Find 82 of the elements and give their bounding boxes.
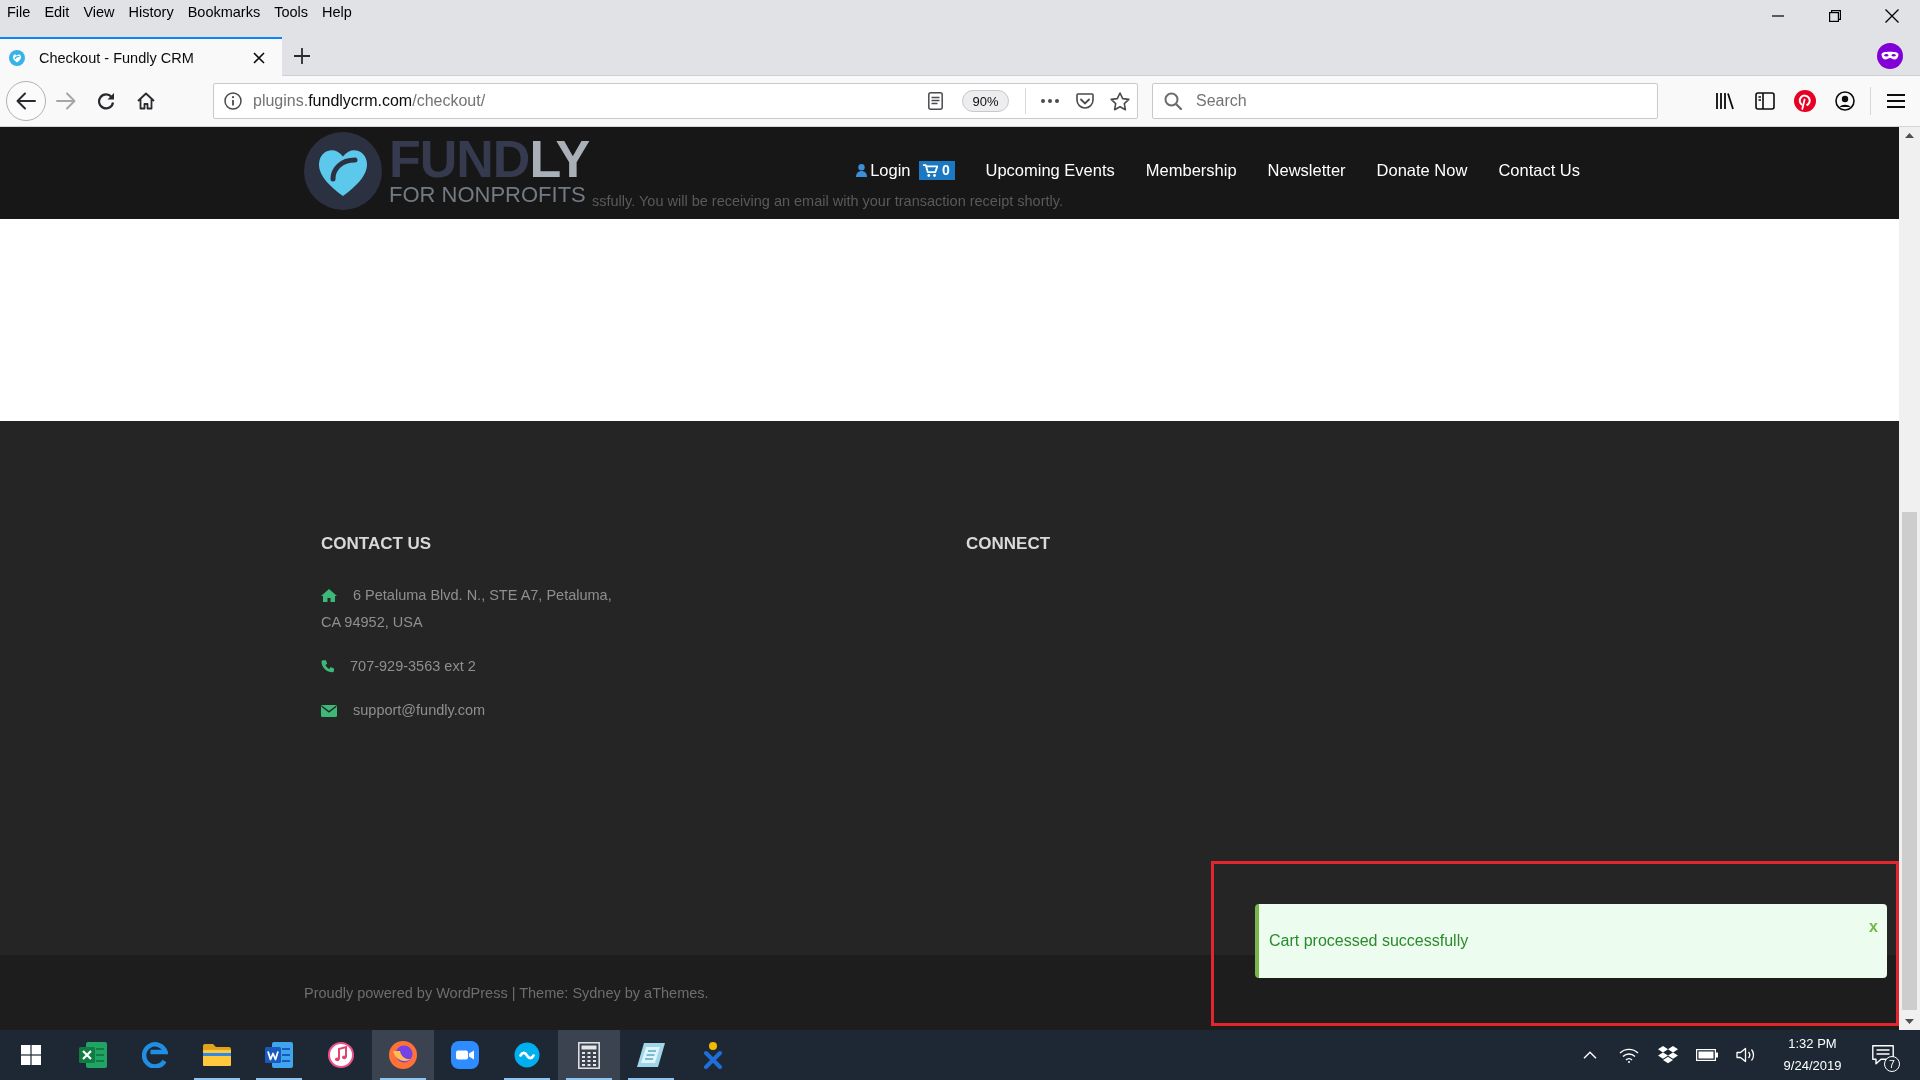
- search-icon: [1164, 92, 1182, 110]
- music-note-icon: [328, 1042, 354, 1068]
- nav-link[interactable]: Contact Us: [1498, 160, 1580, 180]
- site-credits-text: Proudly powered by WordPress | Theme: Sydney by aThemes.: [304, 984, 709, 1001]
- fox-globe-icon: [389, 1041, 417, 1069]
- reader-view-icon: [927, 92, 943, 110]
- envelope-icon: [321, 704, 337, 717]
- swirl-browser-icon: [142, 1042, 168, 1068]
- caret-up-icon: [1905, 133, 1914, 138]
- close-icon: [253, 51, 265, 64]
- nav-link[interactable]: Donate Now: [1376, 160, 1468, 180]
- menu-item[interactable]: File: [0, 0, 38, 24]
- clock-button[interactable]: 1:32 PM 9/24/2019: [1765, 1030, 1860, 1080]
- back-button[interactable]: [6, 81, 46, 121]
- wave-circle-icon: [514, 1042, 540, 1068]
- minimize-icon: [1771, 15, 1784, 17]
- menu-icon: [1887, 94, 1905, 108]
- browser-tab[interactable]: Checkout - Fundly CRM: [0, 37, 282, 76]
- calculator-icon: [578, 1041, 600, 1069]
- address-text: 6 Petaluma Blvd. N., STE A7, Petaluma,: [353, 586, 612, 605]
- video-camera-icon: [451, 1041, 479, 1069]
- notification-count-badge: 7: [1884, 1056, 1900, 1072]
- person-x-icon: [703, 1041, 723, 1069]
- logo-wordmark: FUNDLY: [389, 135, 590, 183]
- nav-link[interactable]: Membership: [1145, 160, 1237, 180]
- footer-heading: CONTACT US: [321, 533, 432, 555]
- battery-icon: [1695, 1049, 1718, 1061]
- zoom-level-button[interactable]: 90%: [962, 90, 1009, 112]
- nav-link[interactable]: Newsletter: [1267, 160, 1346, 180]
- menu-item[interactable]: View: [76, 0, 122, 24]
- pin-circle-icon: [1794, 90, 1816, 112]
- restore-icon: [1828, 10, 1841, 22]
- nav-link[interactable]: Upcoming Events: [985, 160, 1115, 180]
- confirmation-text: ssfully. You will be receiving an email with your transaction receipt shortly.: [592, 192, 1063, 210]
- menu-item[interactable]: Help: [315, 0, 359, 24]
- login-link[interactable]: Login: [856, 160, 911, 180]
- address-text: CA 94952, USA: [321, 613, 423, 632]
- menu-item[interactable]: History: [121, 0, 181, 24]
- reload-icon: [97, 92, 115, 110]
- home-icon: [321, 589, 337, 602]
- address-bar[interactable]: plugins.fundlycrm.com/checkout/ 90%: [213, 83, 1138, 119]
- folder-icon: [203, 1044, 231, 1066]
- info-icon[interactable]: [224, 92, 242, 110]
- scrollbar-thumb[interactable]: [1902, 512, 1917, 1010]
- spreadsheet-app-icon: [79, 1042, 107, 1068]
- menu-item[interactable]: Bookmarks: [180, 0, 268, 24]
- sidebar-icon: [1755, 92, 1775, 110]
- email-text: support@fundly.com: [353, 701, 486, 720]
- user-icon: [856, 163, 868, 177]
- notifications-button[interactable]: 7: [1860, 1030, 1906, 1080]
- heart-favicon-icon: [9, 49, 25, 66]
- star-icon: [1110, 91, 1130, 111]
- wifi-icon: [1618, 1047, 1639, 1063]
- ellipsis-icon: [1041, 99, 1059, 103]
- menu-item[interactable]: Edit: [37, 0, 77, 24]
- phone-text: 707-929-3563 ext 2: [350, 657, 476, 676]
- heart-logo-icon[interactable]: [304, 132, 382, 210]
- taskbar-app-button[interactable]: [558, 1030, 620, 1080]
- mask-icon[interactable]: [1877, 43, 1903, 69]
- notice-text: Cart processed successfully: [1269, 932, 1469, 950]
- windows-logo-icon: [21, 1045, 41, 1065]
- plus-icon: [294, 48, 310, 64]
- phone-icon: [321, 660, 334, 673]
- home-icon: [137, 92, 155, 110]
- close-icon: [1884, 9, 1899, 23]
- chevron-up-icon: [1582, 1051, 1597, 1059]
- logo-tagline: FOR NONPROFITS: [389, 183, 586, 207]
- speaker-icon: [1735, 1047, 1756, 1063]
- cart-button[interactable]: 0: [918, 160, 955, 180]
- library-icon: [1715, 92, 1735, 110]
- open-box-icon: [1657, 1046, 1678, 1064]
- footer-heading: CONNECT: [966, 533, 1051, 555]
- menu-item[interactable]: Tools: [267, 0, 316, 24]
- search-field[interactable]: Search: [1152, 83, 1658, 119]
- caret-down-icon: [1905, 1019, 1914, 1024]
- account-icon: [1835, 91, 1855, 111]
- forward-arrow-icon: [56, 92, 76, 110]
- back-arrow-icon: [16, 92, 36, 110]
- document-app-icon: [265, 1042, 293, 1068]
- note-pad-icon: [637, 1043, 665, 1067]
- pocket-icon: [1076, 92, 1094, 110]
- cart-icon: [923, 163, 939, 177]
